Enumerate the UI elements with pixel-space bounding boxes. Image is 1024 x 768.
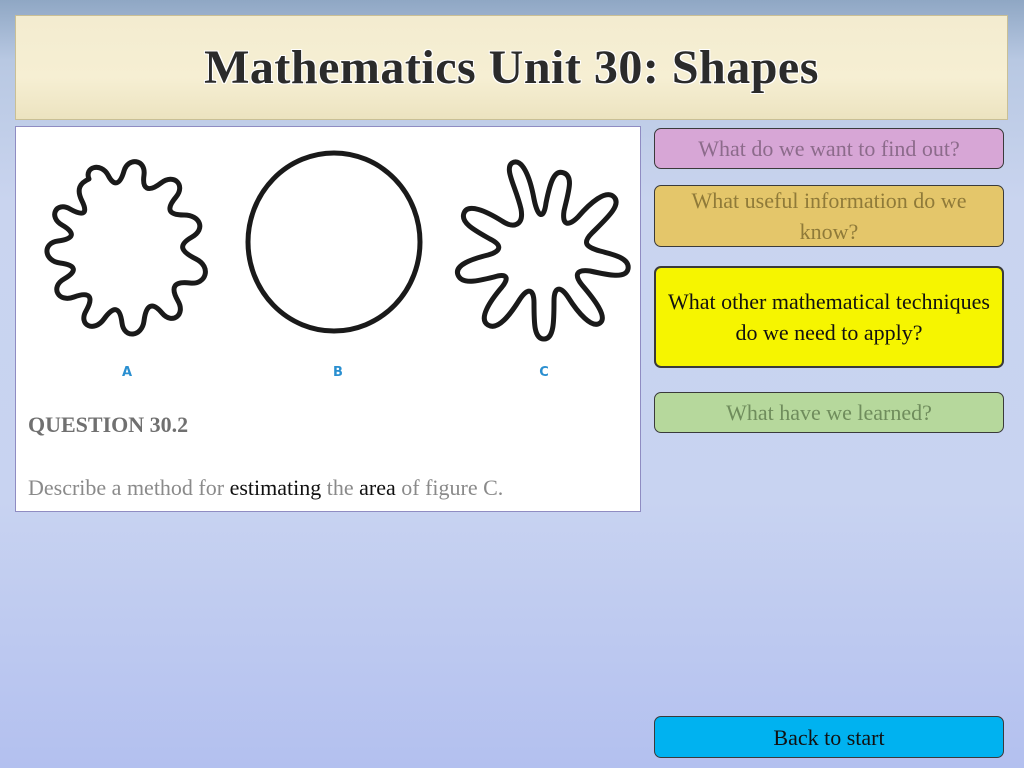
figures-image: A B C [44,150,631,380]
learned-button[interactable]: What have we learned? [654,392,1004,433]
techniques-button[interactable]: What other mathematical techniques do we… [654,266,1004,368]
page-title: Mathematics Unit 30: Shapes [204,41,819,94]
keyword-area: area [359,475,396,500]
figure-c-label: C [539,365,549,380]
question-text-end: of figure C. [395,475,504,500]
figure-b-shape [245,150,423,334]
figure-a-label: A [122,365,132,380]
find-out-button[interactable]: What do we want to find out? [654,128,1004,169]
question-text-mid: the [321,475,360,500]
useful-info-button[interactable]: What useful information do we know? [654,185,1004,247]
back-to-start-button[interactable]: Back to start [654,716,1004,758]
figure-c-shape [455,159,631,342]
figure-b-label: B [333,365,343,380]
figure-a-shape [44,159,208,337]
question-title: QUESTION 30.2 [28,412,189,437]
question-text: Describe a method for estimating the are… [28,475,503,501]
question-text-start: Describe a method for [28,475,230,500]
question-panel: A B C QUESTION 30.2 Describe a method fo… [15,126,641,512]
keyword-estimating: estimating [229,475,322,500]
title-banner: Mathematics Unit 30: Shapes [15,15,1008,120]
